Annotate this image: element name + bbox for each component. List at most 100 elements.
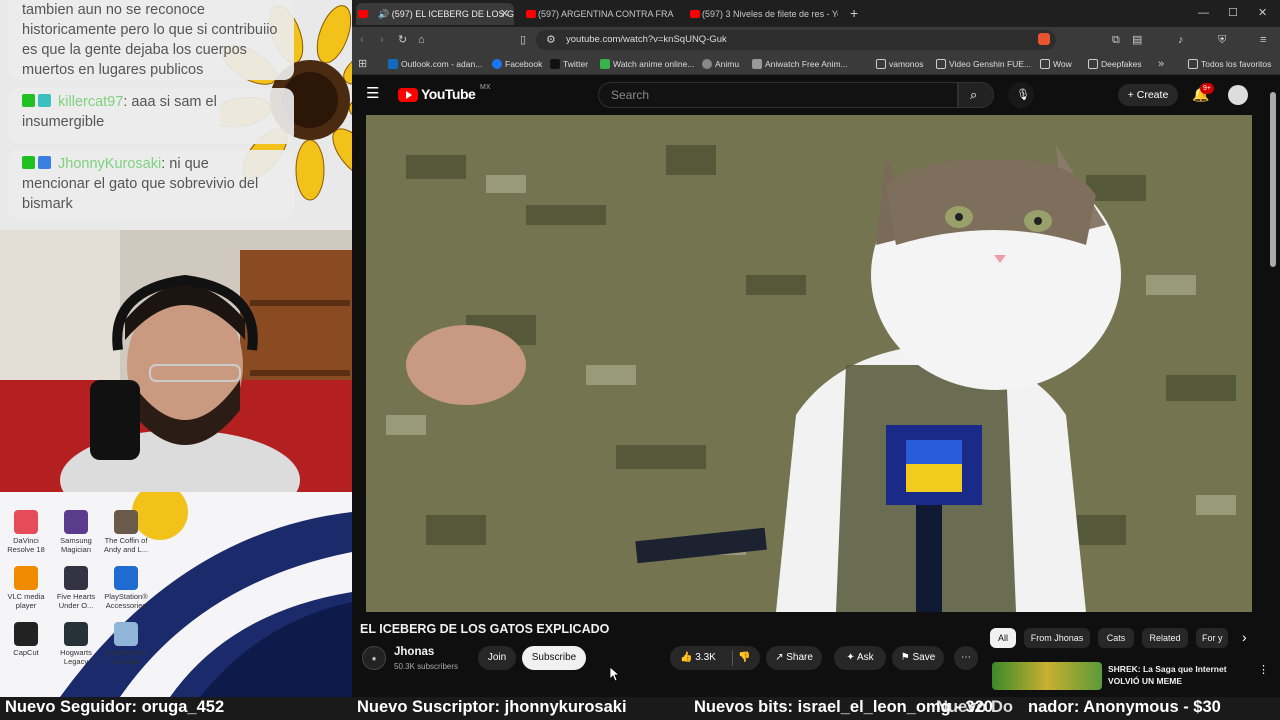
home-icon[interactable]: ⌂ [418,33,425,47]
more-bookmarks-icon[interactable]: » [1158,57,1164,71]
desktop-icon[interactable]: Five Hearts Under O... [50,566,102,610]
like-button[interactable]: 👍 3.3K [680,652,716,663]
chip-for-you[interactable]: For y [1196,628,1228,648]
browser-tab[interactable]: (597) ARGENTINA CONTRA FRANCIA [524,3,674,25]
back-icon[interactable]: ‹ [360,33,364,47]
wallet-icon[interactable]: ⛨ [1218,33,1226,47]
hamburger-menu-icon[interactable]: ☰ [366,86,379,101]
desktop-icon[interactable]: The Coffin of Andy and L... [100,510,152,554]
scrollbar-thumb[interactable] [1270,92,1276,267]
close-window-icon[interactable]: ✕ [1258,6,1267,20]
subscribe-button[interactable]: Subscribe [522,646,586,670]
chip-label: All [997,633,1008,643]
desktop-icon-label: Samsung Magician [60,536,92,554]
chip-from-channel[interactable]: From Jhonas [1024,628,1090,648]
bookmark-icon[interactable]: ▯ [520,33,526,47]
bookmark-item[interactable]: Facebook [492,53,542,75]
tab-bar: 🔊 (597) EL ICEBERG DE LOS GAT ✕ (597) AR… [352,0,1280,27]
share-button[interactable]: ↗ Share [766,646,822,670]
ask-button[interactable]: ✦ Ask [834,646,886,670]
extensions-icon[interactable]: ⧉ [1112,33,1120,47]
alerts-ticker: Nuevo Seguidor: oruga_452 Nuevo Suscript… [0,697,1280,720]
x-twitter-icon [550,59,560,69]
more-actions-button[interactable]: ⋯ [954,646,978,670]
thumbs-down-icon: 👎 [738,652,751,663]
subscriber-count: 50.3K subscribers [394,662,459,671]
voice-search-button[interactable]: 🎙 [1008,82,1034,108]
desktop-icon-label: PlayStation® Accessories [104,592,148,610]
reload-icon[interactable]: ↻ [398,33,407,47]
desktop-icon[interactable]: DaVinci Resolve 18 [0,510,52,554]
search-input[interactable]: Search [598,82,958,108]
bookmark-label: Outlook.com - adan... [401,59,483,69]
video-title: EL ICEBERG DE LOS GATOS EXPLICADO [360,622,610,636]
app-icon [64,622,88,646]
music-icon[interactable]: ♪ [1178,33,1184,47]
bookmark-folder[interactable]: Deepfakes [1088,53,1142,75]
forward-icon[interactable]: › [380,33,384,47]
bookmark-item[interactable]: Twitter [550,53,588,75]
webcam-feed [0,230,352,492]
desktop-icon-label: CapCut [13,648,39,657]
youtube-favicon-icon [526,10,536,18]
bookmarks-bar: ⊞ Outlook.com - adan... Facebook Twitter… [352,53,1280,75]
save-button[interactable]: ⚑ Save [892,646,944,670]
dislike-button[interactable]: 👎 [738,646,750,670]
bookmark-folder[interactable]: vamonos [876,53,924,75]
join-button[interactable]: Join [478,646,516,670]
notifications-button[interactable]: 🔔 9+ [1190,83,1214,105]
chat-message: killercat97: aaa si sam el insumergible [8,88,294,144]
desktop-icon[interactable]: Papelera de reciclaje [100,622,152,666]
avatar[interactable] [1228,85,1248,105]
close-tab-icon[interactable]: ✕ [500,7,509,21]
menu-icon[interactable]: ≡ [1260,33,1266,47]
bookmark-label: vamonos [889,59,924,69]
capcut-icon [14,622,38,646]
desktop-icon[interactable]: PlayStation® Accessories [100,566,152,610]
desktop-icon[interactable]: CapCut [0,622,52,657]
desktop-icon-label: The Coffin of Andy and L... [103,536,149,554]
new-tab-button[interactable]: + [850,6,858,20]
desktop-icon[interactable]: Samsung Magician [50,510,102,554]
bookmark-item[interactable]: Animu [702,53,739,75]
vlc-icon [14,566,38,590]
url-field[interactable]: ⚙ youtube.com/watch?v=knSqUNQ-Guk [536,30,1056,50]
bookmark-label: Video Genshin FUE... [949,59,1032,69]
save-label: Save [912,652,936,663]
video-player[interactable] [366,115,1252,612]
browser-tab[interactable]: 🔊 (597) EL ICEBERG DE LOS GAT [356,3,514,25]
chip-related[interactable]: Related [1142,628,1188,648]
bookmark-folder[interactable]: Video Genshin FUE... [936,53,1031,75]
channel-name[interactable]: Jhonas [394,646,434,658]
bookmark-item[interactable]: Outlook.com - adan... [388,53,482,75]
site-info-icon[interactable]: ⚙ [546,33,556,47]
minimize-icon[interactable]: — [1198,6,1209,20]
create-button[interactable]: + Create [1118,84,1178,106]
outlook-icon [388,59,398,69]
maximize-icon[interactable]: ☐ [1228,6,1238,20]
browser-tab[interactable]: (597) 3 Niveles de filete de res - YouT [688,3,838,25]
url-text: youtube.com/watch?v=knSqUNQ-Guk [566,34,727,45]
chevron-right-icon[interactable]: › [1242,630,1247,644]
bookmark-folder[interactable]: Wow [1040,53,1072,75]
apps-icon[interactable]: ⊞ [358,57,367,71]
search-button[interactable]: ⌕ [958,82,994,108]
playstation-icon [114,566,138,590]
bookmark-item[interactable]: Aniwatch Free Anim... [752,53,848,75]
sidebar-icon[interactable]: ▤ [1132,33,1142,47]
channel-avatar[interactable]: ◉ [362,646,386,670]
chip-cats[interactable]: Cats [1098,628,1134,648]
kebab-menu-icon[interactable]: ⋮ [1258,663,1269,677]
bookmark-item[interactable]: Watch anime online... [600,53,694,75]
desktop-icon[interactable]: VLC media player [0,566,52,610]
sparkle-icon: ✦ [846,652,857,663]
desktop-icon[interactable]: Hogwarts Legacy [50,622,102,666]
brave-shield-icon[interactable] [1038,33,1050,45]
related-video-item[interactable]: SHREK: La Saga que Internet VOLVIÓ UN ME… [992,662,1272,690]
related-title: SHREK: La Saga que Internet VOLVIÓ UN ME… [1108,664,1227,686]
ticker-donor-start: Nuevo Do [936,698,1014,716]
share-icon: ↗ [775,652,787,663]
facebook-icon [492,59,502,69]
chip-all[interactable]: All [990,628,1016,648]
all-favorites-folder[interactable]: Todos los favoritos [1188,53,1271,75]
